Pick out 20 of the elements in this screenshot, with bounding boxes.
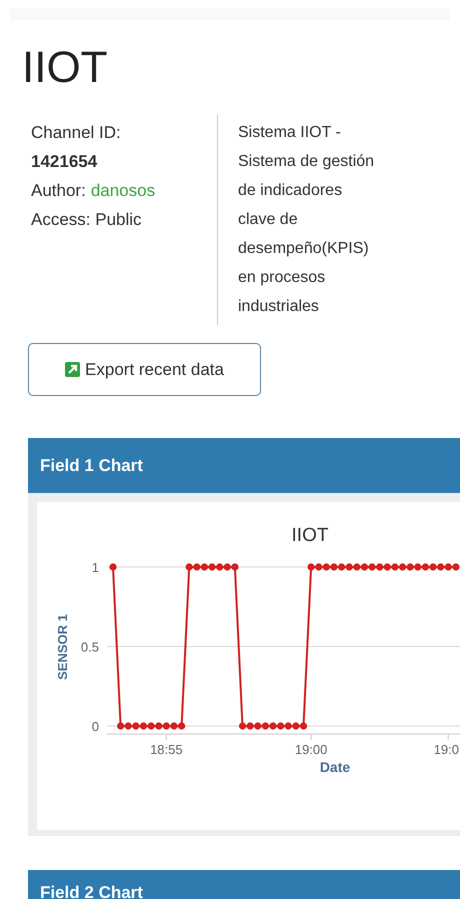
data-point bbox=[109, 563, 117, 571]
channel-id-label: Channel ID: bbox=[31, 122, 122, 144]
axis-title: Date bbox=[320, 759, 350, 775]
axis-tick-label: 19:00 bbox=[294, 742, 328, 757]
panel-title: Field 2 Chart bbox=[40, 882, 143, 899]
axis-tick-label: 18:55 bbox=[150, 742, 183, 757]
export-button[interactable]: Export recent data bbox=[28, 343, 261, 396]
axis-tick-label: 0 bbox=[92, 719, 99, 734]
channel-description: Sistema IIOT - Sistema de gestión de indicadores clave de desempeño(KPIS) en procesos industriales bbox=[237, 123, 376, 317]
chart-title: IIOT bbox=[292, 525, 328, 546]
channel-id: 1421654 bbox=[31, 151, 98, 173]
access-label: Access: Public bbox=[31, 209, 143, 231]
export-icon bbox=[65, 362, 80, 377]
axis-tick-label: 1 bbox=[92, 560, 99, 575]
channel-title: IIOT bbox=[22, 46, 109, 90]
axis-tick-label: 0.5 bbox=[80, 640, 99, 654]
axis-title: SENSOR 1 bbox=[55, 614, 70, 680]
axis-tick-label: 19:0 bbox=[434, 742, 459, 757]
panel-title: Field 1 Chart bbox=[40, 454, 143, 477]
author-label: Author: bbox=[31, 180, 86, 202]
